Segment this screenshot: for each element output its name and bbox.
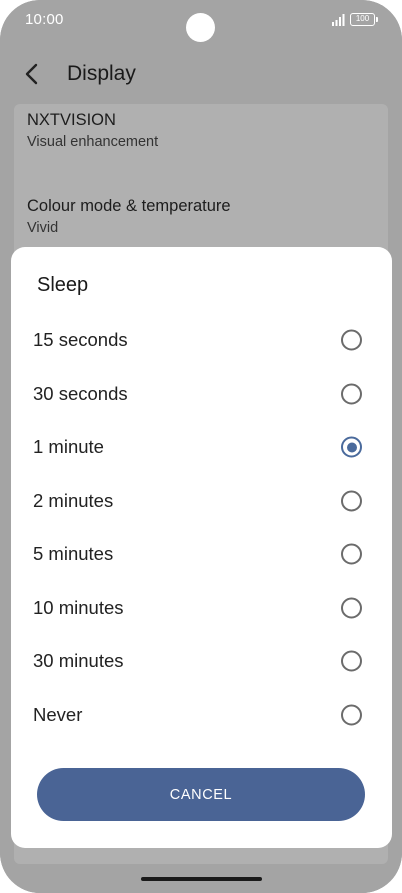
setting-subtitle: Visual enhancement (27, 134, 159, 150)
app-header: Display (0, 52, 402, 96)
sleep-dialog: Sleep 15 seconds 30 seconds 1 minute 2 m… (11, 247, 392, 848)
option-label: 30 minutes (33, 650, 124, 671)
option-15-seconds[interactable]: 15 seconds (11, 313, 392, 367)
option-label: 30 seconds (33, 383, 128, 404)
signal-icon (332, 14, 345, 26)
option-label: 2 minutes (33, 490, 114, 511)
radio-button[interactable] (341, 490, 362, 512)
setting-nxtvision[interactable]: NXTVISION Visual enhancement (27, 111, 158, 150)
radio-button[interactable] (341, 383, 362, 405)
option-10-minutes[interactable]: 10 minutes (11, 581, 392, 635)
chevron-left-icon[interactable] (20, 61, 44, 87)
option-5-minutes[interactable]: 5 minutes (11, 527, 392, 581)
setting-title: NXTVISION (27, 111, 116, 129)
camera-cutout (186, 13, 215, 42)
option-label: 15 seconds (33, 329, 128, 350)
option-never[interactable]: Never (11, 688, 392, 742)
battery-icon: 100 (350, 13, 375, 26)
option-label: Never (33, 704, 83, 725)
option-label: 5 minutes (33, 543, 114, 564)
option-label: 1 minute (33, 436, 104, 457)
cancel-button[interactable]: CANCEL (37, 768, 365, 821)
phone-frame: 10:00 100 Display NXTVISION Visual enhan… (0, 0, 402, 893)
page-title: Display (67, 62, 136, 85)
radio-button[interactable] (341, 650, 362, 672)
setting-title: Colour mode & temperature (27, 197, 231, 215)
option-30-seconds[interactable]: 30 seconds (11, 367, 392, 421)
battery-tip (376, 17, 378, 22)
setting-subtitle: Vivid (27, 220, 59, 236)
radio-button[interactable] (341, 543, 362, 565)
option-30-minutes[interactable]: 30 minutes (11, 634, 392, 688)
home-indicator[interactable] (141, 877, 262, 881)
battery-level: 100 (355, 14, 370, 23)
status-time: 10:00 (25, 11, 64, 28)
radio-button[interactable] (341, 704, 362, 726)
setting-colour-mode[interactable]: Colour mode & temperature Vivid (27, 197, 231, 236)
status-bar: 10:00 100 (0, 0, 402, 42)
option-1-minute[interactable]: 1 minute (11, 420, 392, 474)
dialog-title: Sleep (37, 274, 89, 296)
radio-button[interactable] (341, 597, 362, 619)
option-label: 10 minutes (33, 597, 124, 618)
radio-button[interactable] (341, 329, 362, 351)
radio-button-selected[interactable] (341, 436, 362, 458)
option-2-minutes[interactable]: 2 minutes (11, 474, 392, 528)
screen: 10:00 100 Display NXTVISION Visual enhan… (0, 0, 402, 893)
